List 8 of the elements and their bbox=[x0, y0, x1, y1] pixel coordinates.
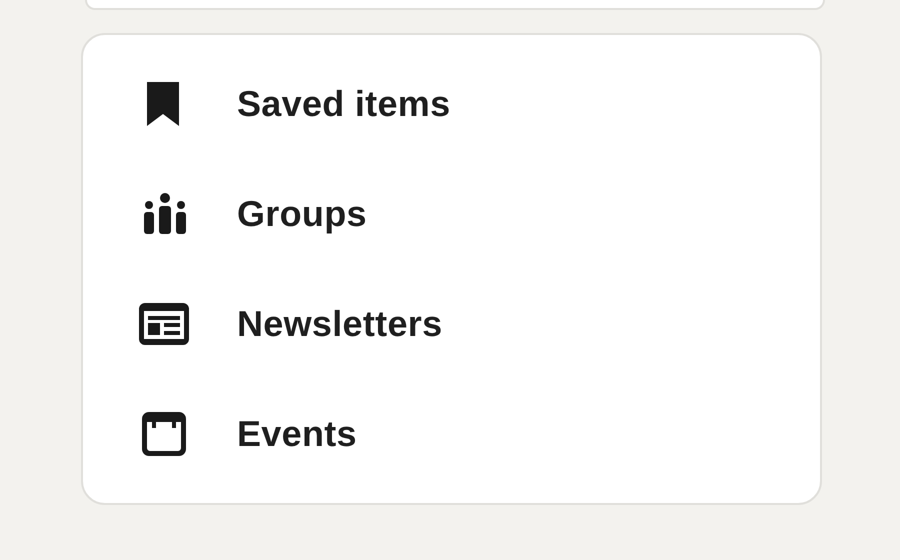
menu-item[interactable]: Events bbox=[139, 379, 820, 489]
menu-item[interactable]: Saved items bbox=[139, 49, 820, 159]
menu-item[interactable]: Newsletters bbox=[139, 269, 820, 379]
bookmark-icon bbox=[145, 80, 181, 128]
newsletter-icon bbox=[139, 303, 189, 345]
menu-item[interactable]: Groups bbox=[139, 159, 820, 269]
calendar-icon bbox=[142, 412, 186, 456]
people-icon bbox=[143, 193, 187, 235]
